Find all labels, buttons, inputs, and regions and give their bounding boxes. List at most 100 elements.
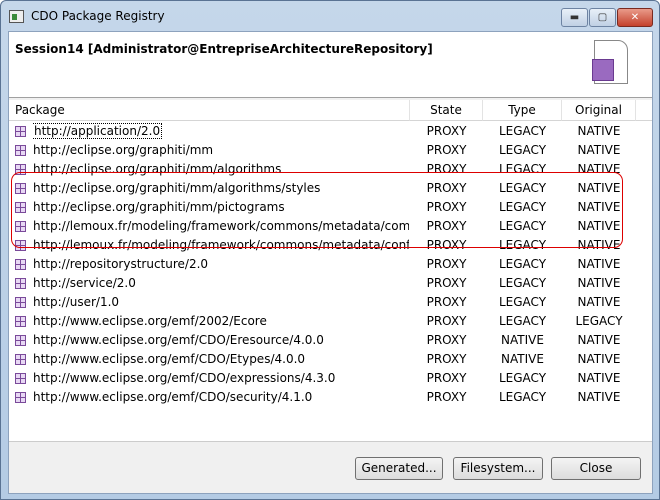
original-text: LEGACY [575, 314, 623, 328]
column-header-filler [636, 100, 652, 121]
type-text: LEGACY [498, 219, 547, 233]
generated-button[interactable]: Generated... [355, 457, 443, 480]
column-header-state[interactable]: State [410, 100, 483, 121]
package-uri-text: http://application/2.0 [33, 123, 163, 139]
type-text: LEGACY [498, 371, 547, 385]
cell-type: LEGACY [483, 274, 562, 293]
type-text: LEGACY [498, 257, 547, 271]
table-row[interactable]: http://www.eclipse.org/emf/CDO/security/… [9, 388, 652, 407]
state-text: PROXY [426, 314, 467, 328]
table-row[interactable]: http://lemoux.fr/modeling/framework/comm… [9, 236, 652, 255]
close-button[interactable]: Close [551, 457, 641, 480]
cell-package-uri: http://www.eclipse.org/emf/CDO/Etypes/4.… [33, 350, 409, 369]
table-row[interactable]: http://www.eclipse.org/emf/2002/Ecore PRO… [9, 312, 652, 331]
package-uri-text: http://service/2.0 [33, 276, 136, 290]
table-row[interactable]: http://application/2.0 PROXY LEGACY NATIVE [9, 122, 652, 141]
original-text: NATIVE [577, 295, 621, 309]
state-text: PROXY [426, 276, 467, 290]
type-text: NATIVE [501, 333, 544, 347]
type-text: LEGACY [498, 390, 547, 404]
table-row[interactable]: http://repositorystructure/2.0 PROXY LEGAC… [9, 255, 652, 274]
type-text: LEGACY [498, 276, 547, 290]
column-header-package[interactable]: Package [9, 100, 410, 121]
cell-type: LEGACY [483, 141, 562, 160]
state-text: PROXY [426, 390, 467, 404]
cell-package-uri: http://lemoux.fr/modeling/framework/comm… [33, 217, 409, 236]
dialog-content: Session14 [Administrator@EntrepriseArchi… [8, 31, 653, 494]
cell-package-uri: http://www.eclipse.org/emf/CDO/security/… [33, 388, 409, 407]
package-uri-text: http://www.eclipse.org/emf/CDO/expressio… [33, 371, 336, 385]
table-row[interactable]: http://eclipse.org/graphiti/mm/pictogram… [9, 198, 652, 217]
cell-package-uri: http://service/2.0 [33, 274, 409, 293]
window-title: CDO Package Registry [31, 9, 165, 23]
cell-package-uri: http://eclipse.org/graphiti/mm/algorithm… [33, 179, 409, 198]
cell-package-uri: http://www.eclipse.org/emf/2002/Ecore [33, 312, 409, 331]
package-uri-text: http://lemoux.fr/modeling/framework/comm… [33, 219, 409, 233]
cell-package-uri: http://eclipse.org/graphiti/mm [33, 141, 409, 160]
table-row[interactable]: http://eclipse.org/graphiti/mm/algorithm… [9, 179, 652, 198]
cell-state: PROXY [410, 198, 483, 217]
package-uri-text: http://www.eclipse.org/emf/CDO/security/… [33, 390, 313, 404]
cell-state: PROXY [410, 141, 483, 160]
table-row[interactable]: http://eclipse.org/graphiti/mm PROXY LEGAC… [9, 141, 652, 160]
cell-original: NATIVE [562, 141, 636, 160]
package-table[interactable]: Package State Type Original http://appli… [9, 100, 652, 442]
cell-state: PROXY [410, 331, 483, 350]
cell-original: NATIVE [562, 331, 636, 350]
cell-type: NATIVE [483, 331, 562, 350]
session-title: Session14 [Administrator@EntrepriseArchi… [15, 42, 433, 56]
minimize-button[interactable]: ▬ [561, 8, 588, 27]
original-text: NATIVE [577, 219, 621, 233]
package-icon [15, 164, 26, 175]
state-text: PROXY [426, 257, 467, 271]
original-text: NATIVE [577, 238, 621, 252]
cell-type: LEGACY [483, 255, 562, 274]
original-text: NATIVE [577, 352, 621, 366]
cell-original: NATIVE [562, 122, 636, 141]
package-icon [15, 316, 26, 327]
original-text: NATIVE [577, 143, 621, 157]
table-row[interactable]: http://service/2.0 PROXY LEGACY NATIVE [9, 274, 652, 293]
column-header-original[interactable]: Original [562, 100, 636, 121]
state-text: PROXY [426, 181, 467, 195]
state-text: PROXY [426, 200, 467, 214]
cell-package-uri: http://user/1.0 [33, 293, 409, 312]
cell-state: PROXY [410, 369, 483, 388]
state-text: PROXY [426, 333, 467, 347]
package-icon [15, 202, 26, 213]
cell-package-uri: http://www.eclipse.org/emf/CDO/expressio… [33, 369, 409, 388]
cell-original: NATIVE [562, 236, 636, 255]
state-text: PROXY [426, 295, 467, 309]
table-row[interactable]: http://user/1.0 PROXY LEGACY NATIVE [9, 293, 652, 312]
package-uri-text: http://eclipse.org/graphiti/mm/algorithm… [33, 181, 321, 195]
package-uri-text: http://user/1.0 [33, 295, 120, 309]
table-row[interactable]: http://www.eclipse.org/emf/CDO/expressio… [9, 369, 652, 388]
table-row[interactable]: http://lemoux.fr/modeling/framework/comm… [9, 217, 652, 236]
type-text: LEGACY [498, 162, 547, 176]
maximize-button[interactable]: ▢ [589, 8, 616, 27]
filesystem-button[interactable]: Filesystem... [453, 457, 543, 480]
package-uri-text: http://www.eclipse.org/emf/CDO/Etypes/4.… [33, 352, 306, 366]
table-row[interactable]: http://eclipse.org/graphiti/mm/algorithm… [9, 160, 652, 179]
table-row[interactable]: http://www.eclipse.org/emf/CDO/Etypes/4.… [9, 350, 652, 369]
dialog-window: CDO Package Registry ▬ ▢ ✕ Session14 [Ad… [0, 0, 660, 500]
column-header-type[interactable]: Type [483, 100, 562, 121]
cell-state: PROXY [410, 274, 483, 293]
type-text: LEGACY [498, 143, 547, 157]
original-text: NATIVE [577, 276, 621, 290]
type-text: LEGACY [498, 181, 547, 195]
cell-original: NATIVE [562, 274, 636, 293]
type-text: LEGACY [498, 124, 547, 138]
table-row[interactable]: http://www.eclipse.org/emf/CDO/Eresource… [9, 331, 652, 350]
cell-type: LEGACY [483, 217, 562, 236]
title-bar[interactable]: CDO Package Registry ▬ ▢ ✕ [1, 1, 659, 31]
state-text: PROXY [426, 162, 467, 176]
cell-state: PROXY [410, 160, 483, 179]
package-uri-text: http://eclipse.org/graphiti/mm [33, 143, 214, 157]
package-uri-text: http://www.eclipse.org/emf/2002/Ecore [33, 314, 267, 328]
close-window-button[interactable]: ✕ [617, 8, 653, 27]
package-icon [15, 183, 26, 194]
package-icon [15, 335, 26, 346]
cell-type: LEGACY [483, 369, 562, 388]
state-text: PROXY [426, 371, 467, 385]
